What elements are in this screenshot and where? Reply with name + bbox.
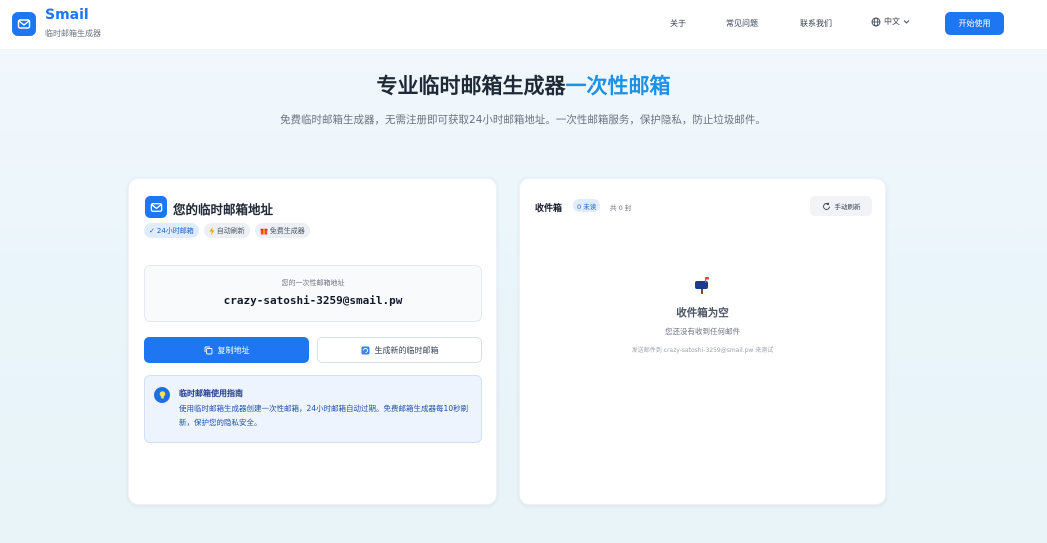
nav-link-faq[interactable]: 常见问题 xyxy=(726,18,758,29)
refresh-icon xyxy=(822,202,830,210)
empty-title: 收件箱为空 xyxy=(676,307,729,319)
copy-button-label: 复制地址 xyxy=(217,345,250,355)
nav-link-contact[interactable]: 联系我们 xyxy=(800,18,832,29)
title-main: 专业临时邮箱生成器 xyxy=(376,74,566,98)
top-nav: Smail 临时邮箱生成器 关于 常见问题 联系我们 中文 开始使用 xyxy=(0,0,1047,50)
generate-button-label: 生成新的临时邮箱 xyxy=(374,345,439,355)
address-display: 您的一次性邮箱地址 crazy-satoshi-3259@smail.pw xyxy=(144,265,482,322)
mailbox-icon xyxy=(692,275,712,299)
badge-label: 免费生成器 xyxy=(269,226,305,235)
email-address[interactable]: crazy-satoshi-3259@smail.pw xyxy=(145,294,481,307)
title-highlight: 一次性邮箱 xyxy=(565,74,671,98)
badge-24h: ✓ 24小时邮箱 xyxy=(144,223,199,238)
refresh-label: 手动刷新 xyxy=(834,203,861,211)
app-name[interactable]: Smail xyxy=(45,7,89,23)
mail-icon xyxy=(145,196,167,218)
app-subtitle: 临时邮箱生成器 xyxy=(45,29,101,38)
page-description: 免费临时邮箱生成器，无需注册即可获取24小时邮箱地址。一次性邮箱服务，保护隐私，… xyxy=(280,114,766,126)
language-label: 中文 xyxy=(884,17,900,26)
copy-icon xyxy=(204,346,212,354)
check-icon: ✓ xyxy=(149,226,155,235)
badge-label: 24小时邮箱 xyxy=(156,226,194,235)
usage-guide: 临时邮箱使用指南 使用临时邮箱生成器创建一次性邮箱，24小时邮箱自动过期。免费邮… xyxy=(144,375,482,443)
inbox-title: 收件箱 xyxy=(535,204,563,214)
nav-link-about[interactable]: 关于 xyxy=(670,18,686,29)
page-title: 专业临时邮箱生成器一次性邮箱 xyxy=(0,70,1047,100)
address-card: 您的临时邮箱地址 ✓ 24小时邮箱 自动刷新 免费生成器 您的一次性邮箱地址 c… xyxy=(128,178,497,505)
generate-icon xyxy=(361,346,369,354)
refresh-button[interactable]: 手动刷新 xyxy=(810,196,872,216)
generate-new-button[interactable]: 生成新的临时邮箱 xyxy=(317,337,482,363)
copy-address-button[interactable]: 复制地址 xyxy=(144,337,309,363)
unread-badge: 0 未读 xyxy=(573,199,601,212)
total-count: 共 0 封 xyxy=(610,204,632,212)
address-card-title: 您的临时邮箱地址 xyxy=(173,202,274,217)
feature-badges: ✓ 24小时邮箱 自动刷新 免费生成器 xyxy=(144,223,310,238)
empty-hint: 发送邮件到 crazy-satoshi-3259@smail.pw 来测试 xyxy=(631,347,774,354)
guide-title: 临时邮箱使用指南 xyxy=(179,389,243,398)
badge-label: 自动刷新 xyxy=(216,226,245,235)
lightbulb-icon xyxy=(154,387,170,403)
gift-icon xyxy=(260,228,268,234)
globe-icon xyxy=(871,17,881,26)
inbox-card: 收件箱 0 未读 共 0 封 手动刷新 收件箱为空 您还没有收到任何邮件 发送邮… xyxy=(519,178,886,505)
address-label: 您的一次性邮箱地址 xyxy=(281,279,345,287)
empty-subtitle: 您还没有收到任何邮件 xyxy=(665,327,740,336)
guide-text: 使用临时邮箱生成器创建一次性邮箱，24小时邮箱自动过期。免费邮箱生成器每10秒刷… xyxy=(179,404,469,427)
chevron-down-icon xyxy=(903,20,910,24)
badge-free: 免费生成器 xyxy=(254,223,310,238)
bolt-icon xyxy=(209,226,215,235)
start-button[interactable]: 开始使用 xyxy=(945,12,1004,35)
mail-icon[interactable] xyxy=(12,12,36,36)
badge-auto-refresh: 自动刷新 xyxy=(203,223,250,238)
language-selector[interactable]: 中文 xyxy=(871,16,910,27)
